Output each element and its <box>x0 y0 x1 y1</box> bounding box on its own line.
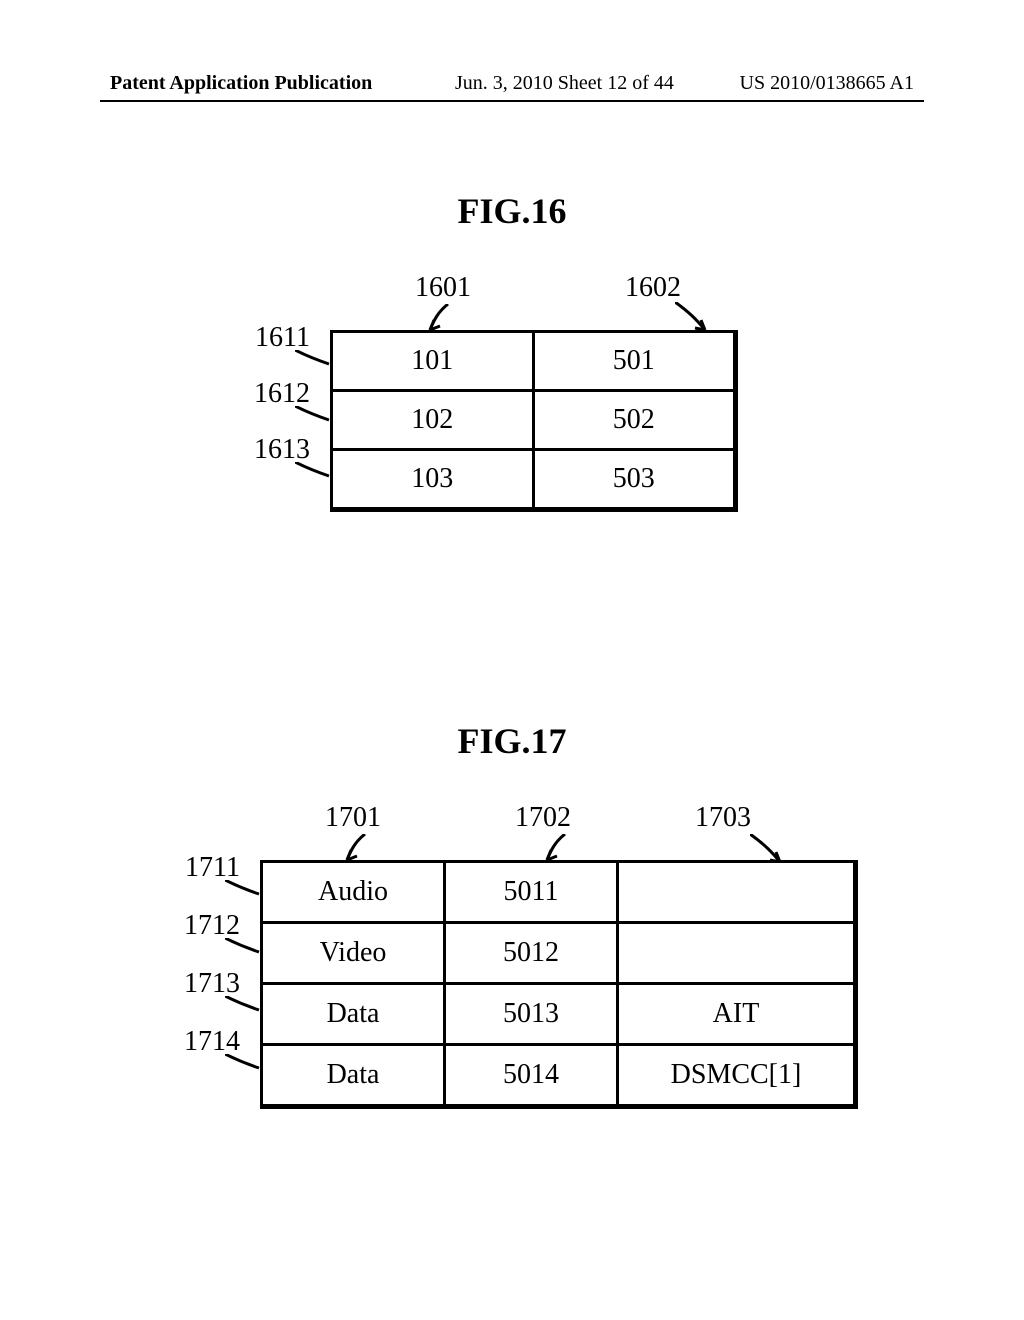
header-divider <box>100 100 924 102</box>
fig16-col-label-1: 1601 <box>415 272 471 304</box>
fig17-cell: Data <box>263 985 443 1043</box>
fig17-cell: 5014 <box>443 1046 616 1104</box>
fig16-row-label-2: 1612 <box>230 378 310 410</box>
fig17-cell <box>616 924 853 982</box>
fig16-cell: 103 <box>333 451 532 507</box>
lead-line-icon <box>225 996 265 1014</box>
fig16-container: 1601 1602 1611 1612 1613 101 501 102 502… <box>240 260 800 560</box>
fig17-cell: Data <box>263 1046 443 1104</box>
lead-line-icon <box>225 880 265 898</box>
fig17-container: 1701 1702 1703 1711 1712 1713 1714 Audio… <box>150 790 890 1190</box>
table-row: 103 503 <box>333 448 733 507</box>
table-row: 101 501 <box>333 333 733 389</box>
fig17-cell: AIT <box>616 985 853 1043</box>
table-row: Video 5012 <box>263 921 853 982</box>
lead-line-icon <box>225 938 265 956</box>
patent-page: Patent Application Publication Jun. 3, 2… <box>0 0 1024 1320</box>
fig16-cell: 102 <box>333 392 532 448</box>
table-row: Data 5013 AIT <box>263 982 853 1043</box>
fig17-table: Audio 5011 Video 5012 Data 5013 AIT Data… <box>260 860 858 1109</box>
fig16-row-label-3: 1613 <box>230 434 310 466</box>
fig17-cell: 5011 <box>443 863 616 921</box>
table-row: Data 5014 DSMCC[1] <box>263 1043 853 1104</box>
page-header: Patent Application Publication Jun. 3, 2… <box>0 72 1024 102</box>
header-right-text: US 2010/0138665 A1 <box>740 72 914 95</box>
fig17-col-label-2: 1702 <box>515 802 571 834</box>
fig17-cell <box>616 863 853 921</box>
lead-line-icon <box>225 1054 265 1072</box>
fig16-col-label-2: 1602 <box>625 272 681 304</box>
fig16-cell: 501 <box>532 333 734 389</box>
fig16-row-label-1: 1611 <box>230 322 310 354</box>
header-left-text: Patent Application Publication <box>110 72 372 95</box>
header-mid-text: Jun. 3, 2010 Sheet 12 of 44 <box>455 72 674 95</box>
fig17-title: FIG.17 <box>0 720 1024 762</box>
fig17-cell: Video <box>263 924 443 982</box>
fig17-cell: 5012 <box>443 924 616 982</box>
fig16-cell: 101 <box>333 333 532 389</box>
fig16-cell: 503 <box>532 451 734 507</box>
fig16-table: 101 501 102 502 103 503 <box>330 330 738 512</box>
fig17-cell: 5013 <box>443 985 616 1043</box>
fig16-title: FIG.16 <box>0 190 1024 232</box>
table-row: Audio 5011 <box>263 863 853 921</box>
fig17-col-label-1: 1701 <box>325 802 381 834</box>
table-row: 102 502 <box>333 389 733 448</box>
fig17-cell: Audio <box>263 863 443 921</box>
fig17-col-label-3: 1703 <box>695 802 751 834</box>
fig16-cell: 502 <box>532 392 734 448</box>
fig17-cell: DSMCC[1] <box>616 1046 853 1104</box>
